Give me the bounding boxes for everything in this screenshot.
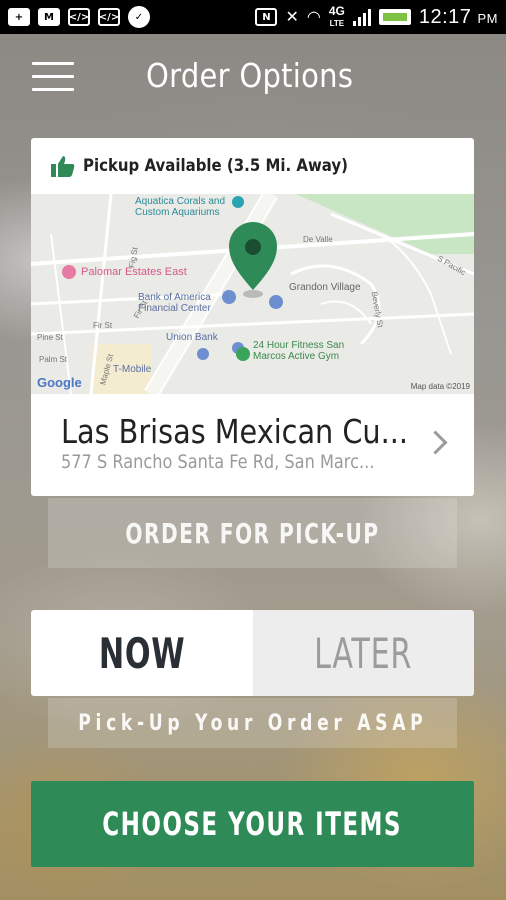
thumbs-up-icon [51, 156, 75, 177]
signal-icon [352, 8, 371, 26]
nfc-icon: N [255, 8, 278, 26]
chevron-right-icon[interactable] [423, 430, 448, 455]
asap-text: Pick-Up Your Order ASAP [77, 710, 428, 736]
wifi-icon: ◠ [306, 9, 321, 26]
clock: 12:17 PM [418, 5, 498, 28]
later-label: LATER [314, 628, 413, 678]
code-icon: </> [68, 8, 90, 26]
now-later-toggle[interactable]: NOW LATER [31, 610, 474, 696]
map-label-fitness: 24 Hour Fitness San Marcos Active Gym [253, 340, 345, 362]
location-card[interactable]: Pickup Available (3.5 Mi. Away) Aquatica… [31, 138, 474, 496]
gmail-icon: M [38, 8, 60, 26]
map-label-union-bank: Union Bank [166, 332, 218, 343]
google-logo: Google [37, 375, 82, 390]
battery-icon [378, 9, 411, 25]
map-label-aquatica: Aquatica Corals and Custom Aquariums [135, 196, 226, 218]
page-title: Order Options [146, 56, 354, 95]
asap-banner: Pick-Up Your Order ASAP [48, 698, 457, 748]
later-option[interactable]: LATER [252, 610, 474, 696]
mute-icon: ✕ [285, 9, 299, 26]
map-attribution: Map data ©2019 [410, 382, 470, 391]
order-for-pickup-button[interactable]: ORDER FOR PICK-UP [48, 498, 457, 568]
order-for-pickup-label: ORDER FOR PICK-UP [125, 516, 380, 550]
map-label-palomar: Palomar Estates East [81, 266, 187, 278]
chat-icon: ✓ [128, 6, 150, 28]
code-icon: </> [98, 8, 120, 26]
plus-icon: + [8, 8, 30, 26]
map[interactable]: Aquatica Corals and Custom Aquariums Palo… [31, 194, 474, 394]
map-label-grandon: Grandon Village [289, 282, 361, 293]
restaurant-address: 577 S Rancho Santa Fe Rd, San Marc... [61, 451, 375, 473]
map-label-fir-st: Fir St [93, 321, 113, 330]
map-label-de-valle: De Valle [303, 235, 333, 244]
pickup-availability: Pickup Available (3.5 Mi. Away) [51, 154, 384, 178]
map-label-palm-st: Palm St [39, 355, 68, 364]
choose-your-items-label: CHOOSE YOUR ITEMS [102, 805, 403, 843]
hamburger-menu-icon[interactable] [32, 62, 74, 92]
map-label-tmobile: T-Mobile [113, 364, 152, 375]
choose-your-items-button[interactable]: CHOOSE YOUR ITEMS [31, 781, 474, 867]
now-label: NOW [98, 628, 186, 678]
pickup-availability-text: Pickup Available (3.5 Mi. Away) [83, 156, 348, 176]
status-bar: + M </> </> ✓ N ✕ ◠ 4G LTE 12:17 PM [0, 0, 506, 34]
restaurant-name: Las Brisas Mexican Cu... [61, 412, 409, 451]
network-type: 4G LTE [328, 3, 345, 28]
map-label-pine-st: Pine St [37, 333, 63, 342]
map-roads [31, 194, 474, 394]
now-option[interactable]: NOW [31, 610, 253, 696]
